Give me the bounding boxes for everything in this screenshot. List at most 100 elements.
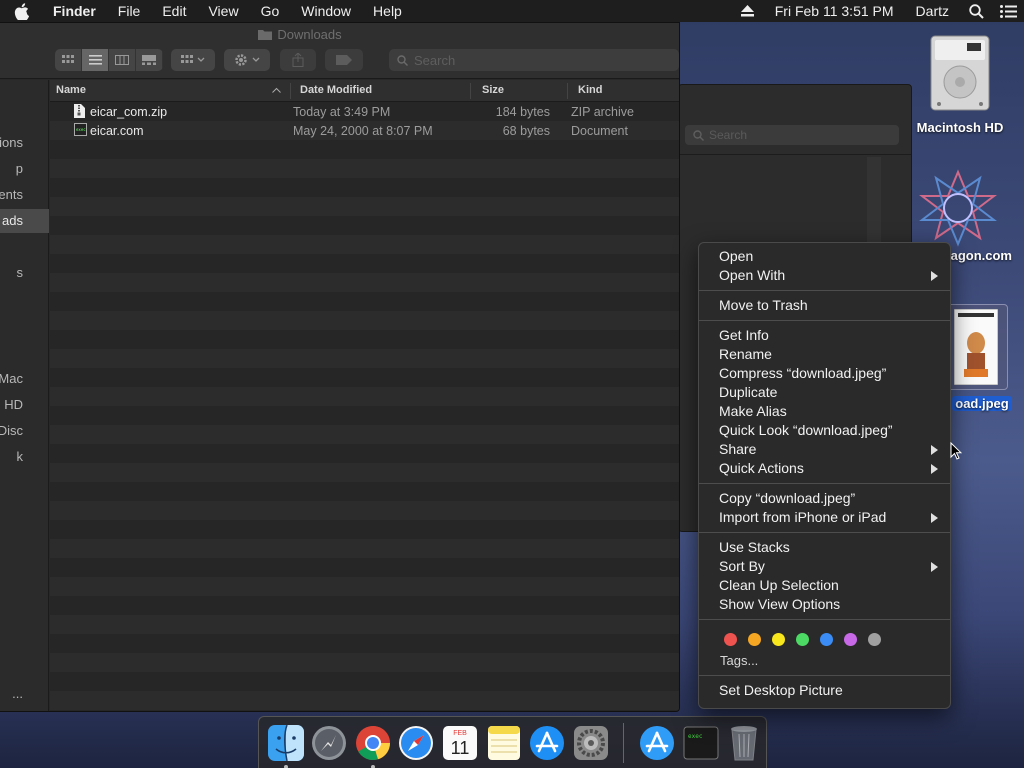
- tag-orange[interactable]: [748, 633, 761, 646]
- column-date-modified[interactable]: Date Modified: [300, 84, 372, 96]
- menu-go[interactable]: Go: [250, 0, 291, 22]
- menu-item-open[interactable]: Open: [699, 247, 950, 266]
- finder-icon[interactable]: [266, 723, 306, 768]
- submenu-arrow-icon: [931, 464, 938, 474]
- menu-item-rename[interactable]: Rename: [699, 345, 950, 364]
- menu-item-move-to-trash[interactable]: Move to Trash: [699, 296, 950, 315]
- file-size: 184 bytes: [495, 105, 550, 119]
- column-size[interactable]: Size: [482, 84, 504, 96]
- list-view-button[interactable]: [82, 49, 109, 71]
- menu-item-tags[interactable]: Tags...: [699, 651, 950, 670]
- gallery-view-button[interactable]: [136, 49, 163, 71]
- jpeg-thumbnail-icon: [954, 309, 998, 385]
- menu-edit[interactable]: Edit: [151, 0, 197, 22]
- sidebar-item-imac[interactable]: iMac: [0, 367, 49, 391]
- trash-icon[interactable]: [724, 723, 764, 763]
- tag-gray[interactable]: [868, 633, 881, 646]
- system-preferences-icon[interactable]: [571, 723, 611, 763]
- menu-item-show-view-options[interactable]: Show View Options: [699, 595, 950, 614]
- notification-center-icon[interactable]: [992, 4, 1024, 18]
- tag-icon: [336, 55, 352, 65]
- menu-separator: [699, 532, 950, 533]
- executable-file-icon: exec: [74, 123, 87, 136]
- sidebar-item-more[interactable]: ...: [0, 682, 49, 706]
- menu-item-duplicate[interactable]: Duplicate: [699, 383, 950, 402]
- notes-icon[interactable]: [484, 723, 524, 763]
- columns-icon: [115, 55, 129, 65]
- tag-green[interactable]: [796, 633, 809, 646]
- menu-item-clean-up-selection[interactable]: Clean Up Selection: [699, 576, 950, 595]
- app-store-icon[interactable]: [527, 723, 567, 763]
- menu-item-get-info[interactable]: Get Info: [699, 326, 950, 345]
- chrome-icon[interactable]: [353, 723, 393, 768]
- sidebar-item-desktop[interactable]: p: [0, 157, 49, 181]
- menu-finder[interactable]: Finder: [42, 0, 107, 22]
- menubar: Finder File Edit View Go Window Help Fri…: [0, 0, 1024, 22]
- user-menu[interactable]: Dartz: [905, 3, 960, 19]
- menu-separator: [699, 619, 950, 620]
- tag-red[interactable]: [724, 633, 737, 646]
- menu-separator: [699, 483, 950, 484]
- gallery-icon: [142, 55, 156, 65]
- view-mode-segmented-control[interactable]: [55, 49, 163, 71]
- calendar-icon[interactable]: FEB 11: [440, 723, 480, 763]
- menu-help[interactable]: Help: [362, 0, 413, 22]
- group-by-button[interactable]: [171, 49, 215, 71]
- menu-item-quick-look[interactable]: Quick Look “download.jpeg”: [699, 421, 950, 440]
- file-kind: ZIP archive: [571, 105, 634, 119]
- menu-view[interactable]: View: [197, 0, 249, 22]
- tag-color-picker: [699, 625, 950, 651]
- sidebar-item-macintosh-hd[interactable]: sh HD: [0, 393, 49, 417]
- menu-item-sort-by[interactable]: Sort By: [699, 557, 950, 576]
- finder-window: Downloads Search ons p ents ads s ac HD …: [0, 22, 680, 712]
- menu-window[interactable]: Window: [290, 0, 362, 22]
- clock[interactable]: Fri Feb 11 3:51 PM: [764, 3, 905, 19]
- sort-ascending-icon[interactable]: [272, 87, 281, 93]
- search-placeholder: Search: [414, 52, 456, 68]
- share-button[interactable]: [280, 49, 316, 71]
- tag-yellow[interactable]: [772, 633, 785, 646]
- window-title: Downloads: [277, 27, 342, 42]
- finder-search-field[interactable]: Search: [389, 49, 679, 71]
- background-search-field[interactable]: Search: [685, 125, 899, 145]
- terminal-exec-icon[interactable]: exec: [681, 723, 721, 763]
- tag-button[interactable]: [325, 49, 363, 71]
- eject-icon[interactable]: [732, 5, 764, 17]
- launchpad-icon[interactable]: [310, 723, 350, 763]
- menu-separator: [699, 290, 950, 291]
- apple-icon[interactable]: [0, 2, 42, 20]
- zip-file-icon: [74, 104, 85, 118]
- sidebar-item-misc[interactable]: s: [0, 261, 49, 285]
- table-row[interactable]: exec eicar.com May 24, 2000 at 8:07 PM 6…: [50, 121, 679, 140]
- table-row[interactable]: eicar_com.zip Today at 3:49 PM 184 bytes…: [50, 102, 679, 121]
- sidebar-item-applications[interactable]: tions: [0, 131, 49, 155]
- menu-file[interactable]: File: [107, 0, 152, 22]
- desktop-icon-macintosh-hd[interactable]: Macintosh HD: [910, 30, 1010, 135]
- column-kind[interactable]: Kind: [578, 84, 602, 96]
- mouse-pointer-icon: [950, 442, 962, 460]
- sidebar-item-remote-disc[interactable]: Disc: [0, 419, 49, 443]
- spotlight-search-icon[interactable]: [960, 3, 992, 19]
- menu-item-share[interactable]: Share: [699, 440, 950, 459]
- safari-icon[interactable]: [397, 723, 437, 763]
- menu-item-use-stacks[interactable]: Use Stacks: [699, 538, 950, 557]
- tag-purple[interactable]: [844, 633, 857, 646]
- menu-item-open-with[interactable]: Open With: [699, 266, 950, 285]
- menu-item-compress[interactable]: Compress “download.jpeg”: [699, 364, 950, 383]
- menu-item-quick-actions[interactable]: Quick Actions: [699, 459, 950, 478]
- sidebar-item-downloads[interactable]: ads: [0, 209, 49, 233]
- sidebar-item-network[interactable]: k: [0, 445, 49, 469]
- tag-blue[interactable]: [820, 633, 833, 646]
- menu-item-import-from-iphone[interactable]: Import from iPhone or iPad: [699, 508, 950, 527]
- icon-view-button[interactable]: [55, 49, 82, 71]
- action-gear-button[interactable]: [224, 49, 270, 71]
- menu-item-copy[interactable]: Copy “download.jpeg”: [699, 489, 950, 508]
- finder-toolbar: Downloads Search: [0, 23, 679, 79]
- column-view-button[interactable]: [109, 49, 136, 71]
- sidebar-item-documents[interactable]: ents: [0, 183, 49, 207]
- menu-item-set-desktop-picture[interactable]: Set Desktop Picture: [699, 681, 950, 700]
- menu-item-make-alias[interactable]: Make Alias: [699, 402, 950, 421]
- app-store-folder-icon[interactable]: [637, 723, 677, 763]
- desktop-icon-download-jpeg[interactable]: oad.jpeg: [940, 304, 1024, 411]
- column-name[interactable]: Name: [56, 84, 86, 96]
